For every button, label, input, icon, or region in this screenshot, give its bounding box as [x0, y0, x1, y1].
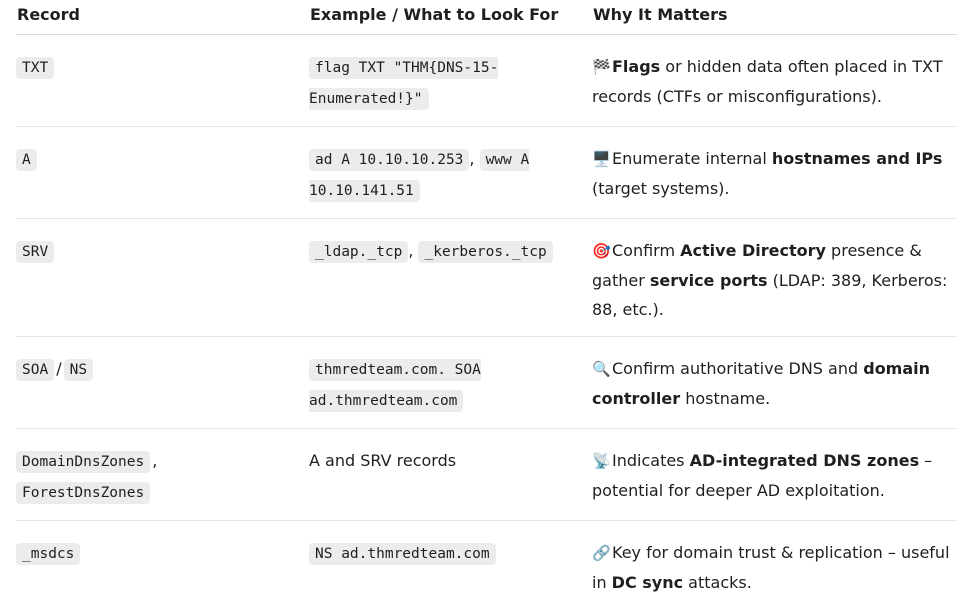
- record-cell: SOA/NS: [16, 337, 309, 429]
- record-type-code: TXT: [16, 57, 54, 79]
- record-separator: ,: [150, 451, 159, 470]
- example-cell: ad A 10.10.10.253, www A 10.10.141.51: [309, 127, 592, 219]
- example-code: ad A 10.10.10.253: [309, 149, 469, 171]
- why-text: Enumerate internal: [612, 149, 772, 168]
- record-type-code: A: [16, 149, 37, 171]
- example-cell: thmredteam.com. SOA ad.thmredteam.com: [309, 337, 592, 429]
- why-text: (target systems).: [592, 179, 729, 198]
- table-row: Aad A 10.10.10.253, www A 10.10.141.51🖥️…: [16, 127, 957, 219]
- why-cell: 🖥️Enumerate internal hostnames and IPs (…: [592, 127, 957, 219]
- table-row: SRV_ldap._tcp, _kerberos._tcp🎯Confirm Ac…: [16, 219, 957, 337]
- record-type-code: _msdcs: [16, 543, 80, 565]
- table-body: TXT flag TXT "THM{DNS-15-Enumerated!}" 🏁Fl…: [16, 35, 957, 609]
- why-emphasis: hostnames and IPs: [772, 149, 943, 168]
- table-row: DomainDnsZones,ForestDnsZonesA and SRV r…: [16, 429, 957, 521]
- record-type-code: SOA: [16, 359, 54, 381]
- emoji-icon: 🔗: [592, 539, 612, 568]
- example-cell: flag TXT "THM{DNS-15-Enumerated!}": [309, 35, 592, 127]
- example-code: flag TXT "THM{DNS-15-Enumerated!}": [309, 57, 498, 110]
- record-type-code: NS: [64, 359, 93, 381]
- example-separator: ,: [408, 241, 418, 260]
- header-row: Record Example / What to Look For Why It…: [16, 0, 957, 35]
- record-separator: /: [54, 359, 63, 378]
- example-cell: _ldap._tcp, _kerberos._tcp: [309, 219, 592, 337]
- example-cell: A and SRV records: [309, 429, 592, 521]
- table-row: TXT flag TXT "THM{DNS-15-Enumerated!}" 🏁Fl…: [16, 35, 957, 127]
- record-cell: TXT: [16, 35, 309, 127]
- table-row: SOA/NSthmredteam.com. SOA ad.thmredteam.…: [16, 337, 957, 429]
- column-header-example: Example / What to Look For: [309, 0, 592, 35]
- why-text: Confirm: [612, 241, 680, 260]
- emoji-icon: 🔍: [592, 355, 612, 384]
- why-text: hostname.: [680, 389, 770, 408]
- example-code: _kerberos._tcp: [418, 241, 552, 263]
- table-row: _msdcs NS ad.thmredteam.com 🔗Key for domai…: [16, 521, 957, 609]
- why-emphasis: Flags: [612, 57, 660, 76]
- emoji-icon: 🏁: [592, 53, 612, 82]
- why-emphasis: DC sync: [612, 573, 683, 592]
- example-code: NS ad.thmredteam.com: [309, 543, 496, 565]
- dns-records-table: Record Example / What to Look For Why It…: [16, 0, 957, 609]
- record-type-code: DomainDnsZones: [16, 451, 150, 473]
- example-cell: NS ad.thmredteam.com: [309, 521, 592, 609]
- column-header-why: Why It Matters: [592, 0, 957, 35]
- table-header: Record Example / What to Look For Why It…: [16, 0, 957, 35]
- record-cell: _msdcs: [16, 521, 309, 609]
- record-cell: SRV: [16, 219, 309, 337]
- why-cell: 🏁Flags or hidden data often placed in TX…: [592, 35, 957, 127]
- emoji-icon: 🎯: [592, 237, 612, 266]
- why-emphasis: AD-integrated DNS zones: [690, 451, 919, 470]
- why-cell: 🔗Key for domain trust & replication – us…: [592, 521, 957, 609]
- why-text: attacks.: [683, 573, 752, 592]
- record-type-code: SRV: [16, 241, 54, 263]
- emoji-icon: 📡: [592, 447, 612, 476]
- why-emphasis: Active Directory: [680, 241, 826, 260]
- example-text: A and SRV records: [309, 451, 456, 470]
- record-cell: DomainDnsZones,ForestDnsZones: [16, 429, 309, 521]
- emoji-icon: 🖥️: [592, 145, 612, 174]
- record-type-code: ForestDnsZones: [16, 482, 150, 504]
- why-text: Indicates: [612, 451, 690, 470]
- example-code: thmredteam.com. SOA ad.thmredteam.com: [309, 359, 481, 412]
- example-code: _ldap._tcp: [309, 241, 408, 263]
- why-cell: 🎯Confirm Active Directory presence & gat…: [592, 219, 957, 337]
- example-separator: ,: [469, 149, 479, 168]
- column-header-record: Record: [16, 0, 309, 35]
- why-cell: 📡Indicates AD-integrated DNS zones – pot…: [592, 429, 957, 521]
- why-cell: 🔍Confirm authoritative DNS and domain co…: [592, 337, 957, 429]
- why-text: Confirm authoritative DNS and: [612, 359, 863, 378]
- why-emphasis: service ports: [650, 271, 768, 290]
- record-cell: A: [16, 127, 309, 219]
